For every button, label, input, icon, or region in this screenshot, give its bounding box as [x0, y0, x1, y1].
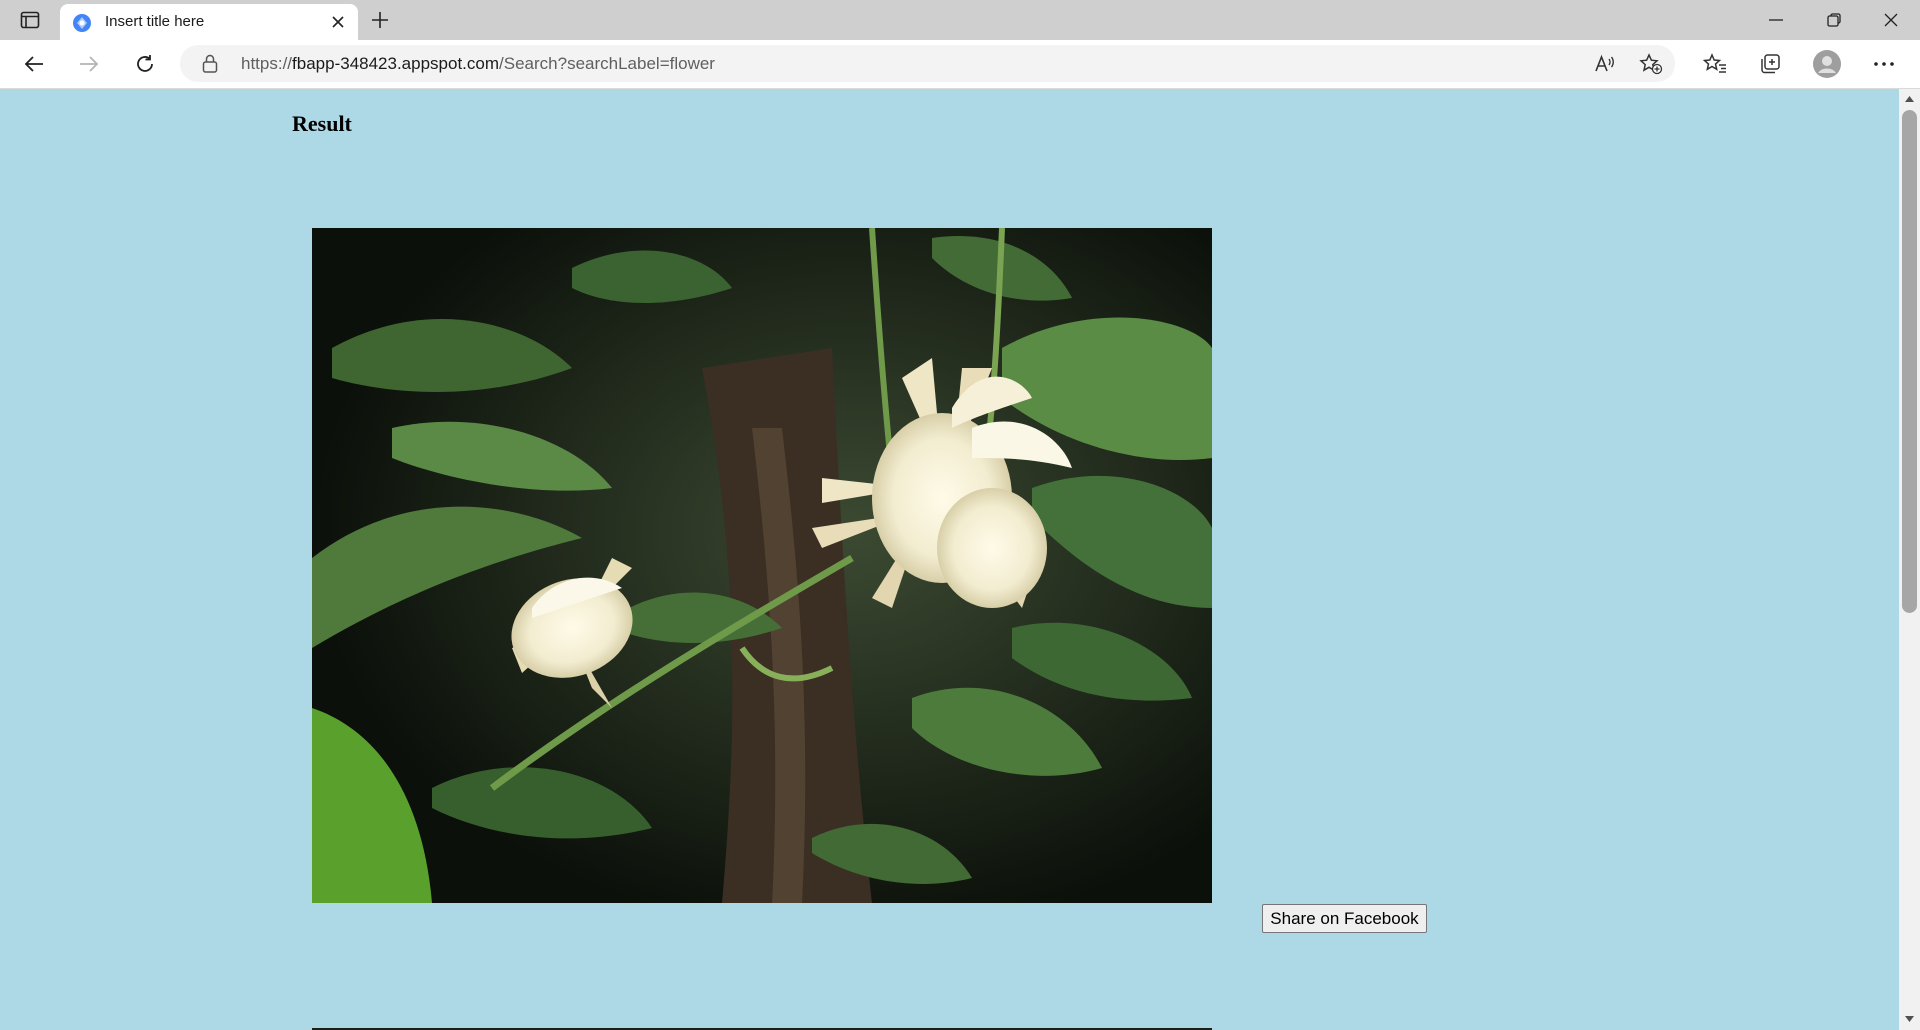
refresh-icon[interactable]: [127, 48, 163, 80]
app-engine-icon: [72, 13, 92, 33]
address-bar[interactable]: https://fbapp-348423.appspot.com/Search?…: [180, 45, 1675, 82]
close-window-icon[interactable]: [1863, 0, 1919, 40]
favorites-icon[interactable]: [1697, 48, 1733, 80]
scrollbar-thumb[interactable]: [1902, 110, 1917, 613]
navigation-toolbar: https://fbapp-348423.appspot.com/Search?…: [0, 40, 1920, 89]
forward-arrow-icon[interactable]: [71, 48, 107, 80]
scroll-up-arrow-icon[interactable]: [1903, 92, 1916, 106]
url-host: fbapp-348423.appspot.com: [292, 54, 500, 73]
minimize-icon[interactable]: [1748, 0, 1804, 40]
url-prefix: https://: [241, 54, 293, 73]
read-aloud-icon[interactable]: [1593, 52, 1617, 76]
tab-title: Insert title here: [105, 13, 205, 30]
add-favorite-icon[interactable]: [1639, 52, 1663, 76]
share-on-facebook-button[interactable]: Share on Facebook: [1262, 904, 1427, 933]
tab-strip: Insert title here: [0, 0, 1920, 40]
new-tab-icon[interactable]: [368, 8, 392, 32]
tab-actions-menu-icon[interactable]: [14, 8, 46, 32]
back-arrow-icon[interactable]: [16, 48, 52, 80]
url-text[interactable]: https://fbapp-348423.appspot.com/Search?…: [241, 45, 715, 82]
flower-photo: [312, 228, 1212, 903]
more-options-icon[interactable]: [1866, 48, 1902, 80]
collections-icon[interactable]: [1752, 48, 1788, 80]
page-title: Result: [292, 111, 352, 136]
scroll-down-arrow-icon[interactable]: [1903, 1012, 1916, 1026]
page-content: Result Share on Facebook: [0, 89, 1899, 1030]
lock-icon[interactable]: [202, 54, 218, 78]
url-path: /Search?searchLabel=flower: [499, 54, 715, 73]
close-tab-icon[interactable]: [328, 12, 348, 32]
restore-icon[interactable]: [1806, 0, 1862, 40]
profile-avatar-icon[interactable]: [1809, 48, 1845, 80]
tab-active[interactable]: Insert title here: [60, 4, 358, 40]
